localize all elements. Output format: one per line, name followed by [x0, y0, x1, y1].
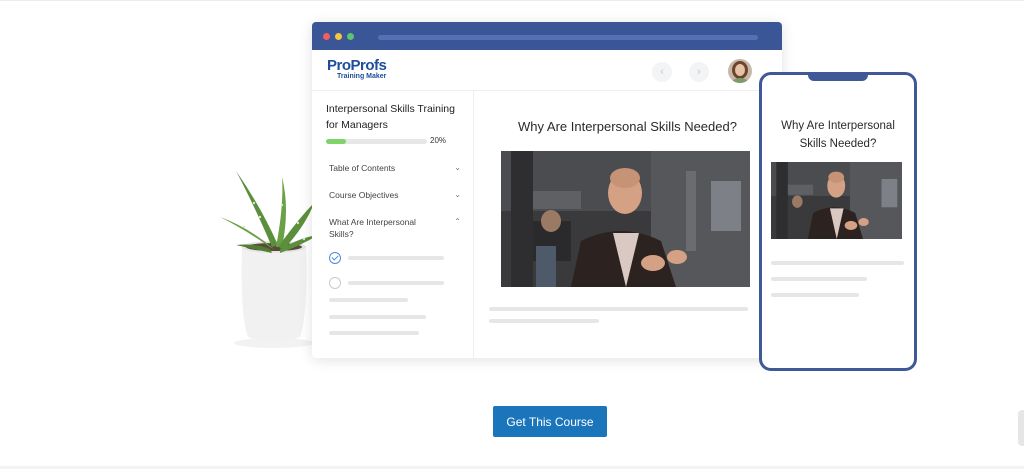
phone-lesson-title: Why Are Interpersonal Skills Needed?	[781, 120, 895, 150]
prev-button[interactable]: ‹	[652, 62, 672, 82]
plant-illustration	[214, 165, 324, 350]
edge-shadow	[1018, 410, 1024, 446]
placeholder-line	[771, 261, 904, 265]
maximize-dot-icon	[347, 33, 354, 40]
top-divider	[0, 0, 1024, 1]
minimize-dot-icon	[335, 33, 342, 40]
proprofs-logo: ProProfs Training Maker	[327, 57, 387, 80]
chevron-down-icon: ⌄	[454, 163, 461, 172]
chevron-up-icon: ⌃	[454, 217, 461, 226]
close-dot-icon	[323, 33, 330, 40]
browser-window: ProProfs Training Maker ‹ › Interpersona…	[312, 22, 782, 358]
phone-mockup: Why Are Interpersonal Skills Needed?	[759, 72, 917, 371]
placeholder-line	[489, 319, 599, 323]
progress-label: 20%	[430, 136, 447, 145]
placeholder-line	[329, 298, 408, 302]
course-sidebar: Interpersonal Skills Training for Manage…	[312, 91, 474, 358]
progress-bar	[326, 139, 427, 144]
toc-item-table-of-contents[interactable]: Table of Contents ⌄	[329, 162, 464, 174]
phone-notch	[808, 72, 868, 81]
placeholder-line	[329, 315, 426, 319]
lesson-item-completed[interactable]	[329, 252, 449, 264]
placeholder-line	[489, 307, 748, 311]
next-button[interactable]: ›	[689, 62, 709, 82]
placeholder-line	[771, 293, 859, 297]
course-title: Interpersonal Skills Training for Manage…	[326, 103, 455, 131]
progress-fill	[326, 139, 347, 144]
avatar[interactable]	[728, 59, 752, 83]
placeholder-line	[348, 256, 444, 260]
lesson-video[interactable]	[501, 151, 750, 287]
chevron-right-icon: ›	[697, 66, 701, 78]
placeholder-line	[348, 281, 444, 285]
check-circle-icon	[329, 252, 341, 264]
lesson-item[interactable]	[329, 277, 449, 289]
lesson-title: Why Are Interpersonal Skills Needed?	[518, 119, 737, 134]
toc-item-what-are-interpersonal-skills[interactable]: What Are Interpersonal Skills? ⌃	[329, 216, 461, 240]
chevron-down-icon: ⌄	[454, 190, 461, 199]
course-header: ProProfs Training Maker ‹ ›	[312, 50, 782, 91]
get-this-course-button[interactable]: Get This Course	[493, 406, 607, 437]
toc-item-course-objectives[interactable]: Course Objectives ⌄	[329, 189, 464, 201]
placeholder-line	[329, 331, 419, 335]
chevron-left-icon: ‹	[660, 66, 664, 78]
phone-lesson-video[interactable]	[771, 162, 902, 239]
address-bar	[378, 35, 758, 40]
browser-titlebar	[312, 22, 782, 50]
placeholder-line	[771, 277, 867, 281]
empty-circle-icon	[329, 277, 341, 289]
